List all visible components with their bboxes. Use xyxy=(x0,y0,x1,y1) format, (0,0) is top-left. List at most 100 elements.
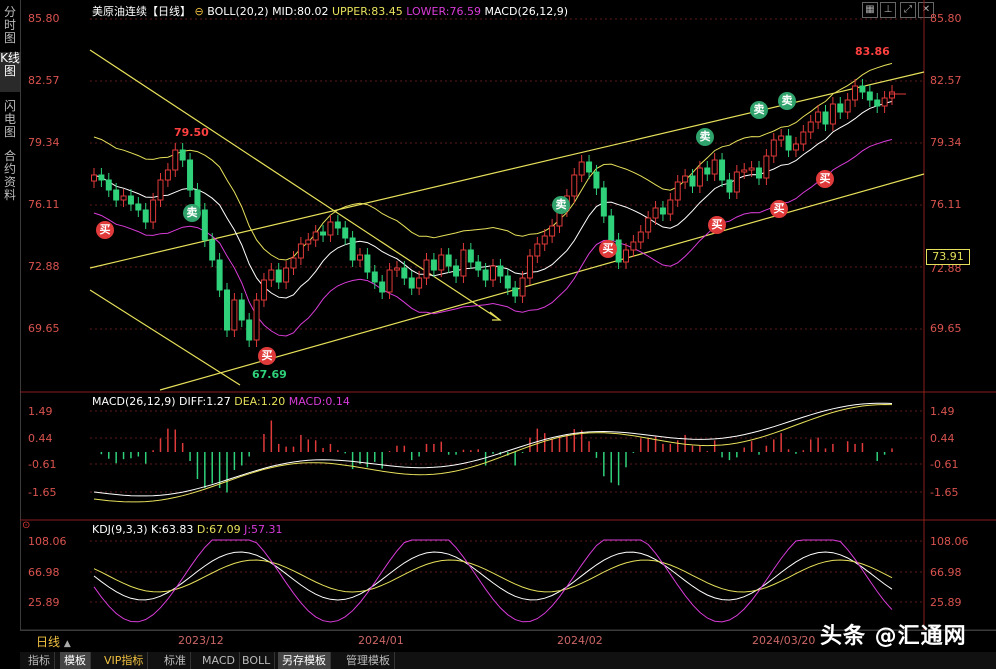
candle-body xyxy=(704,167,711,175)
candle-body xyxy=(504,275,511,289)
candle-body xyxy=(733,171,740,193)
candle-body xyxy=(874,99,881,107)
bottom-tab-bar: 指标 模板 VIP指标 标准 MACD BOLL 另存模板 管理模板 xyxy=(20,652,996,669)
buy-signal[interactable]: 买 xyxy=(708,216,726,234)
macd-name[interactable]: MACD(26,12,9) xyxy=(92,395,176,408)
kdj-j-line xyxy=(93,539,893,623)
kdj-axis-right: 25.89 xyxy=(930,596,962,609)
price-axis-left: 69.65 xyxy=(28,322,60,335)
sell-signal[interactable]: 卖 xyxy=(778,92,796,110)
candle-body xyxy=(748,167,755,171)
buy-signal[interactable]: 买 xyxy=(96,221,114,239)
tab-save-template[interactable]: 另存模板 xyxy=(278,652,331,669)
candle-body xyxy=(453,265,460,277)
candle-body xyxy=(637,231,644,243)
candle-body xyxy=(615,239,622,263)
candle-body xyxy=(829,103,836,125)
macd-axis-right: -0.61 xyxy=(930,458,959,471)
kdj-d: D:67.09 xyxy=(196,523,241,536)
candle-body xyxy=(127,195,134,205)
candle-body xyxy=(778,135,785,141)
candle-body xyxy=(260,279,267,301)
tab-manage-template[interactable]: 管理模板 xyxy=(342,652,395,669)
price-axis-left: 85.80 xyxy=(28,12,60,25)
candle-body xyxy=(164,169,171,181)
watermark: 头条 @汇通网 xyxy=(820,624,967,649)
sell-signal[interactable]: 卖 xyxy=(696,128,714,146)
macd-diff-line xyxy=(93,402,893,497)
tab-vip-indicators[interactable]: VIP指标 xyxy=(100,652,149,669)
candle-body xyxy=(401,267,408,279)
buy-signal[interactable]: 买 xyxy=(816,170,834,188)
candle-body xyxy=(113,189,120,201)
buy-signal[interactable]: 买 xyxy=(770,200,788,218)
candle-body xyxy=(253,299,260,341)
candle-body xyxy=(393,267,400,271)
candle-body xyxy=(674,181,681,201)
candle-body xyxy=(408,277,415,289)
tab-indicators[interactable]: 指标 xyxy=(24,652,55,669)
candle-body xyxy=(475,261,482,271)
kdj-name[interactable]: KDJ(9,3,3) xyxy=(92,523,148,536)
candle-body xyxy=(172,149,179,171)
candle-body xyxy=(586,161,593,173)
tab-template[interactable]: 模板 xyxy=(60,652,91,669)
candle-body xyxy=(135,203,142,211)
chart-canvas[interactable] xyxy=(0,0,996,669)
candle-body xyxy=(91,174,97,182)
candle-body xyxy=(209,239,216,261)
tab-boll[interactable]: BOLL xyxy=(238,652,276,669)
candle-body xyxy=(534,243,541,257)
candle-body xyxy=(866,91,873,101)
candle-body xyxy=(711,159,718,175)
candle-body xyxy=(238,299,245,321)
macd-axis-right: 1.49 xyxy=(930,405,955,418)
sell-signal[interactable]: 卖 xyxy=(750,101,768,119)
kdj-d-line xyxy=(93,559,893,593)
candle-body xyxy=(541,235,548,245)
buy-signal[interactable]: 买 xyxy=(599,240,617,258)
candle-body xyxy=(844,99,851,113)
date-label: 2024/03/20 xyxy=(752,634,816,647)
candle-body xyxy=(290,257,297,269)
macd-axis-right: 0.44 xyxy=(930,432,955,445)
kdj-settings-icon[interactable]: ⊙ xyxy=(22,520,30,531)
sell-signal[interactable]: 卖 xyxy=(552,196,570,214)
buy-signal[interactable]: 买 xyxy=(258,347,276,365)
candle-body xyxy=(312,231,319,241)
macd-diff: DIFF:1.27 xyxy=(179,395,231,408)
last-price-tag: 73.91 xyxy=(926,249,970,265)
trend-lines[interactable] xyxy=(89,49,925,391)
candle-body xyxy=(201,209,208,241)
price-axis-left: 82.57 xyxy=(28,74,60,87)
candle-body xyxy=(379,281,386,293)
candle-body xyxy=(859,85,866,93)
candle-body xyxy=(719,159,726,181)
candle-body xyxy=(342,227,349,239)
candle-body xyxy=(689,175,696,187)
kdj-axis-right: 108.06 xyxy=(930,535,969,548)
tab-macd[interactable]: MACD xyxy=(198,652,240,669)
macd-axis-left: 0.44 xyxy=(28,432,53,445)
macd-header: MACD(26,12,9) DIFF:1.27 DEA:1.20 MACD:0.… xyxy=(92,395,350,408)
candle-body xyxy=(667,199,674,215)
grid xyxy=(90,18,924,603)
tab-standard[interactable]: 标准 xyxy=(160,652,191,669)
candle-body xyxy=(467,249,474,263)
candle-body xyxy=(763,155,770,179)
candle-body xyxy=(305,239,312,245)
macd-histogram xyxy=(100,420,893,493)
candle-body xyxy=(216,259,223,291)
period-indicator[interactable]: 日线 ▲ xyxy=(36,633,71,650)
candle-body xyxy=(268,269,275,281)
sell-signal[interactable]: 卖 xyxy=(183,204,201,222)
candle-body xyxy=(98,174,105,181)
kdj-axis-left: 25.89 xyxy=(28,596,60,609)
candle-body xyxy=(349,237,356,261)
candle-body xyxy=(881,97,888,107)
macd-axis-left: 1.49 xyxy=(28,405,53,418)
candle-body xyxy=(283,267,290,283)
candle-body xyxy=(416,277,423,289)
candle-body xyxy=(386,269,393,293)
candle-body xyxy=(696,167,703,187)
